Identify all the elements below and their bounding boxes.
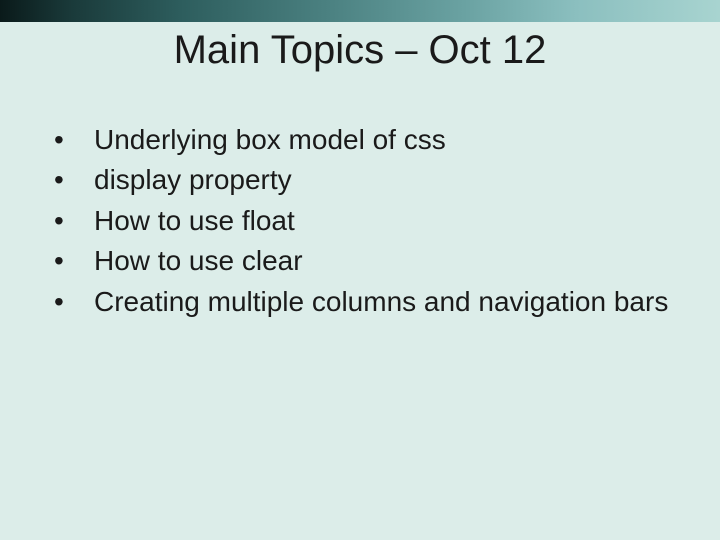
- bullet-text: Creating multiple columns and navigation…: [94, 284, 668, 320]
- bullet-text: How to use clear: [94, 243, 303, 279]
- list-item: • How to use clear: [54, 243, 674, 279]
- bullet-text: How to use float: [94, 203, 295, 239]
- list-item: • Creating multiple columns and navigati…: [54, 284, 674, 320]
- bullet-icon: •: [54, 243, 94, 279]
- bullet-list: • Underlying box model of css • display …: [54, 122, 674, 324]
- bullet-icon: •: [54, 284, 94, 320]
- list-item: • How to use float: [54, 203, 674, 239]
- list-item: • display property: [54, 162, 674, 198]
- bullet-icon: •: [54, 203, 94, 239]
- list-item: • Underlying box model of css: [54, 122, 674, 158]
- bullet-text: Underlying box model of css: [94, 122, 446, 158]
- bullet-text: display property: [94, 162, 292, 198]
- header-gradient-bar: [0, 0, 720, 22]
- slide-title: Main Topics – Oct 12: [0, 28, 720, 73]
- bullet-icon: •: [54, 122, 94, 158]
- bullet-icon: •: [54, 162, 94, 198]
